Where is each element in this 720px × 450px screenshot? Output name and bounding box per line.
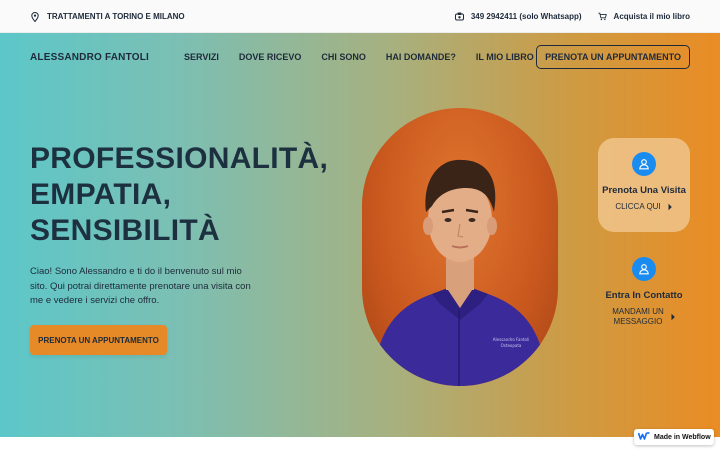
nav-book-appointment-button[interactable]: PRENOTA UN APPUNTAMENTO	[536, 45, 690, 69]
headline-line-1: PROFESSIONALITÀ,	[30, 142, 329, 175]
book-visit-link-label: CLICCA QUI	[615, 202, 661, 211]
hero-intro-text: Ciao! Sono Alessandro e ti do il benvenu…	[30, 266, 251, 306]
main-nav: ALESSANDRO FANTOLI SERVIZI DOVE RICEVO C…	[30, 45, 690, 69]
user-icon	[632, 152, 656, 176]
phone-icon	[454, 12, 464, 21]
hero-book-appointment-button[interactable]: PRENOTA UN APPUNTAMENTO	[30, 325, 167, 355]
chevron-right-icon	[670, 313, 676, 321]
nav-item-dove-ricevo[interactable]: DOVE RICEVO	[239, 52, 302, 62]
hero-headline: PROFESSIONALITÀ, EMPATIA, SENSIBILITÀ	[30, 141, 328, 249]
contact-title: Entra In Contatto	[605, 290, 683, 301]
headline-line-2: EMPATIA,	[30, 178, 172, 211]
book-link[interactable]: Acquista il mio libro	[597, 12, 690, 21]
portrait-image: Alessandro Fantoli Osteopata	[362, 108, 558, 386]
phone-link[interactable]: 349 2942411 (solo Whatsapp)	[454, 12, 582, 21]
hero-section: ALESSANDRO FANTOLI SERVIZI DOVE RICEVO C…	[0, 33, 720, 437]
book-visit-card[interactable]: Prenota Una Visita CLICCA QUI	[598, 138, 690, 232]
top-bar: TRATTAMENTI A TORINO E MILANO 349 294241…	[0, 0, 720, 33]
made-in-webflow-badge[interactable]: Made in Webflow	[634, 429, 714, 445]
headline-line-3: SENSIBILITÀ	[30, 214, 220, 247]
contact-card[interactable]: Entra In Contatto MANDAMI UN MESSAGGIO	[598, 251, 690, 351]
shirt-embroidery: Alessandro Fantoli	[493, 337, 529, 342]
contact-link-label: MANDAMI UN MESSAGGIO	[612, 307, 664, 327]
location-info: TRATTAMENTI A TORINO E MILANO	[30, 0, 185, 33]
book-text: Acquista il mio libro	[613, 12, 690, 21]
book-visit-title: Prenota Una Visita	[602, 185, 686, 196]
brand-logo[interactable]: ALESSANDRO FANTOLI	[30, 52, 149, 63]
contact-link[interactable]: MANDAMI UN MESSAGGIO	[598, 307, 690, 327]
nav-item-hai-domande[interactable]: HAI DOMANDE?	[386, 52, 456, 62]
svg-text:Osteopata: Osteopata	[501, 343, 522, 348]
phone-text: 349 2942411 (solo Whatsapp)	[470, 12, 582, 21]
cart-icon	[597, 12, 607, 21]
badge-label: Made in Webflow	[654, 433, 711, 441]
contact-link-line-2: MESSAGGIO	[613, 317, 663, 326]
user-contact-icon	[632, 257, 656, 281]
contact-link-line-1: MANDAMI UN	[612, 307, 664, 316]
nav-item-il-mio-libro[interactable]: IL MIO LIBRO	[476, 52, 534, 62]
webflow-logo-icon	[637, 432, 650, 442]
nav-item-chi-sono[interactable]: CHI SONO	[321, 52, 366, 62]
nav-item-servizi[interactable]: SERVIZI	[184, 52, 219, 62]
nav-menu: SERVIZI DOVE RICEVO CHI SONO HAI DOMANDE…	[184, 45, 534, 69]
location-pin-icon	[30, 11, 39, 22]
book-visit-link[interactable]: CLICCA QUI	[598, 202, 690, 211]
chevron-right-icon	[667, 203, 673, 211]
location-text: TRATTAMENTI A TORINO E MILANO	[47, 12, 185, 21]
